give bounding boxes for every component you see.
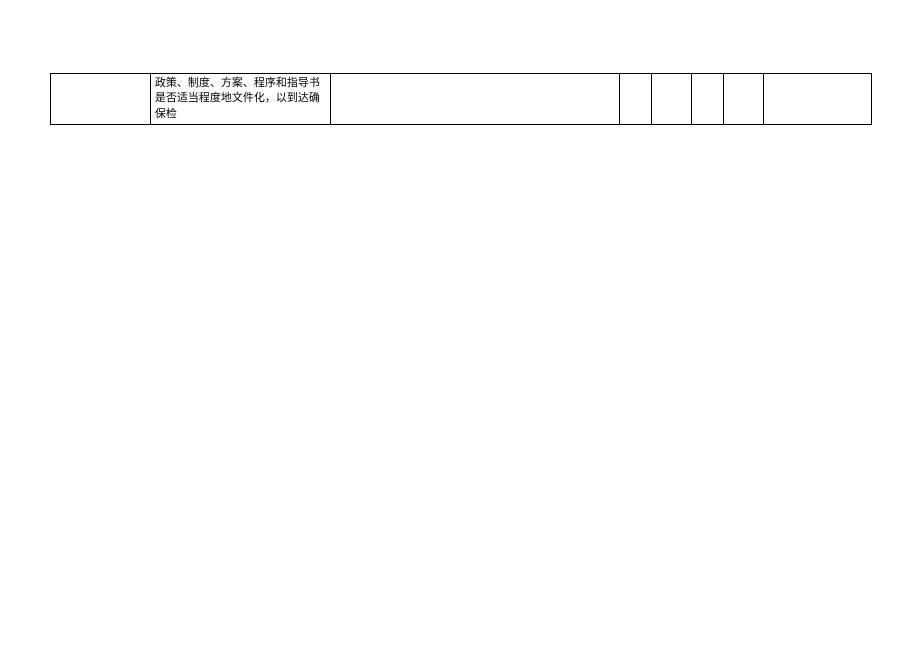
- cell-col6: [692, 74, 724, 125]
- cell-col4: [620, 74, 652, 125]
- cell-col2: 政策、制度、方案、程序和指导书是否适当程度地文件化，以到达确保检: [150, 74, 330, 125]
- document-table-container: 政策、制度、方案、程序和指导书是否适当程度地文件化，以到达确保检: [50, 73, 872, 125]
- cell-col3: [330, 74, 620, 125]
- document-table: 政策、制度、方案、程序和指导书是否适当程度地文件化，以到达确保检: [50, 73, 872, 125]
- table-row: 政策、制度、方案、程序和指导书是否适当程度地文件化，以到达确保检: [51, 74, 872, 125]
- cell-col5: [652, 74, 692, 125]
- cell-col7: [724, 74, 764, 125]
- cell-col1: [51, 74, 151, 125]
- cell-col8: [764, 74, 872, 125]
